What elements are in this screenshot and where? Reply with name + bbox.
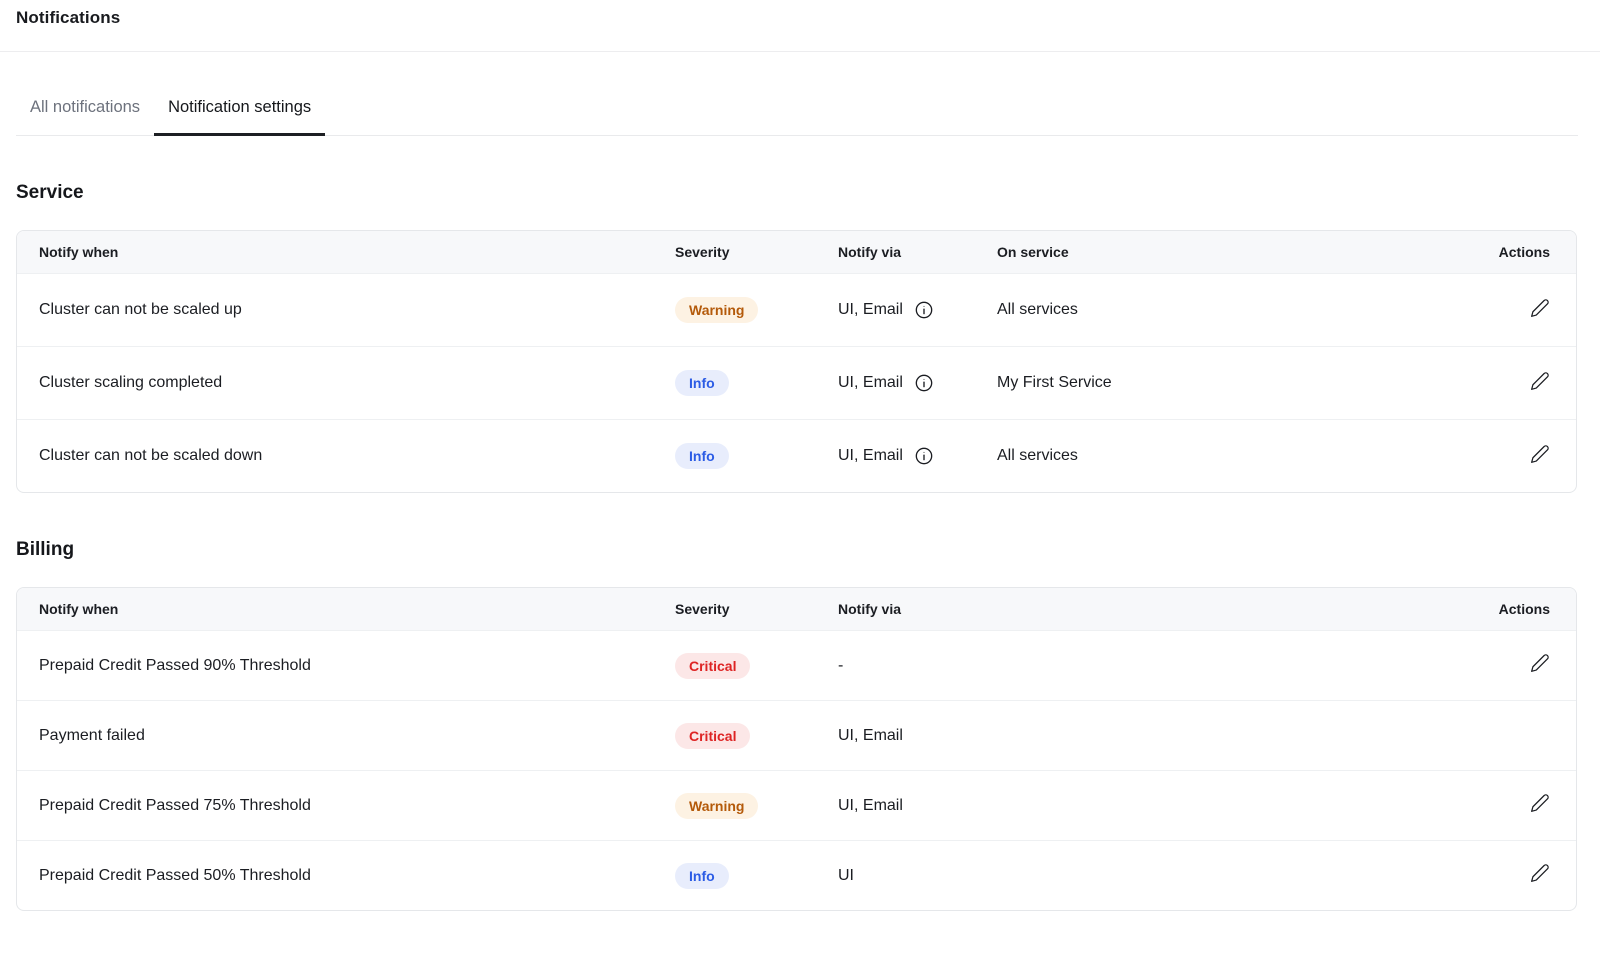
notify-via-cell: UI bbox=[816, 840, 1446, 910]
col-header-actions: Actions bbox=[1446, 231, 1576, 273]
table-row: Prepaid Credit Passed 90% Threshold Crit… bbox=[17, 630, 1576, 700]
pencil-icon bbox=[1530, 863, 1550, 883]
edit-button[interactable] bbox=[1530, 653, 1550, 673]
main-content: Service Notify when Severity Notify via … bbox=[0, 182, 1600, 911]
pencil-icon bbox=[1530, 793, 1550, 813]
notify-when-cell: Prepaid Credit Passed 75% Threshold bbox=[17, 770, 653, 840]
notify-when-cell: Prepaid Credit Passed 50% Threshold bbox=[17, 840, 653, 910]
col-header-on-service: On service bbox=[975, 231, 1446, 273]
tab-bar: All notifications Notification settings bbox=[16, 88, 1578, 136]
section-title-service: Service bbox=[16, 182, 1577, 204]
severity-badge: Warning bbox=[675, 297, 758, 323]
edit-button[interactable] bbox=[1530, 793, 1550, 813]
billing-header-row: Notify when Severity Notify via Actions bbox=[17, 588, 1576, 630]
edit-button[interactable] bbox=[1530, 444, 1550, 464]
notify-via-cell: UI, Email bbox=[838, 374, 903, 392]
col-header-notify-when: Notify when bbox=[17, 231, 653, 273]
table-row: Payment failed Critical UI, Email bbox=[17, 700, 1576, 770]
pencil-icon bbox=[1530, 653, 1550, 673]
table-row: Cluster can not be scaled up Warning UI,… bbox=[17, 273, 1576, 346]
info-icon[interactable] bbox=[914, 446, 934, 466]
edit-button[interactable] bbox=[1530, 371, 1550, 391]
col-header-severity: Severity bbox=[653, 588, 816, 630]
notify-when-cell: Prepaid Credit Passed 90% Threshold bbox=[17, 630, 653, 700]
pencil-icon bbox=[1530, 371, 1550, 391]
notify-via-cell: UI, Email bbox=[816, 700, 1446, 770]
notify-when-cell: Cluster can not be scaled down bbox=[17, 419, 653, 492]
page-header: Notifications bbox=[0, 0, 1600, 52]
col-header-actions: Actions bbox=[1446, 588, 1576, 630]
notify-via-cell: UI, Email bbox=[838, 301, 903, 319]
service-header-row: Notify when Severity Notify via On servi… bbox=[17, 231, 1576, 273]
severity-badge: Info bbox=[675, 443, 729, 469]
section-title-billing: Billing bbox=[16, 539, 1577, 561]
table-row: Cluster can not be scaled down Info UI, … bbox=[17, 419, 1576, 492]
tab-notification-settings[interactable]: Notification settings bbox=[154, 88, 325, 136]
notify-when-cell: Payment failed bbox=[17, 700, 653, 770]
severity-badge: Critical bbox=[675, 723, 750, 749]
table-row: Prepaid Credit Passed 75% Threshold Warn… bbox=[17, 770, 1576, 840]
notify-via-cell: - bbox=[816, 630, 1446, 700]
col-header-notify-when: Notify when bbox=[17, 588, 653, 630]
pencil-icon bbox=[1530, 444, 1550, 464]
table-row: Prepaid Credit Passed 50% Threshold Info… bbox=[17, 840, 1576, 910]
edit-button[interactable] bbox=[1530, 863, 1550, 883]
pencil-icon bbox=[1530, 298, 1550, 318]
severity-badge: Critical bbox=[675, 653, 750, 679]
severity-badge: Info bbox=[675, 370, 729, 396]
col-header-notify-via: Notify via bbox=[816, 231, 975, 273]
info-icon[interactable] bbox=[914, 300, 934, 320]
page-title: Notifications bbox=[16, 8, 1584, 28]
tab-all-notifications[interactable]: All notifications bbox=[16, 88, 154, 136]
notify-via-cell: UI, Email bbox=[816, 770, 1446, 840]
service-table: Notify when Severity Notify via On servi… bbox=[16, 230, 1577, 493]
info-icon[interactable] bbox=[914, 373, 934, 393]
on-service-cell: All services bbox=[975, 419, 1446, 492]
edit-button[interactable] bbox=[1530, 298, 1550, 318]
on-service-cell: All services bbox=[975, 273, 1446, 346]
notify-when-cell: Cluster can not be scaled up bbox=[17, 273, 653, 346]
table-row: Cluster scaling completed Info UI, Email… bbox=[17, 346, 1576, 419]
severity-badge: Info bbox=[675, 863, 729, 889]
billing-table: Notify when Severity Notify via Actions … bbox=[16, 587, 1577, 911]
notify-when-cell: Cluster scaling completed bbox=[17, 346, 653, 419]
col-header-notify-via: Notify via bbox=[816, 588, 1446, 630]
col-header-severity: Severity bbox=[653, 231, 816, 273]
notify-via-cell: UI, Email bbox=[838, 447, 903, 465]
on-service-cell: My First Service bbox=[975, 346, 1446, 419]
severity-badge: Warning bbox=[675, 793, 758, 819]
